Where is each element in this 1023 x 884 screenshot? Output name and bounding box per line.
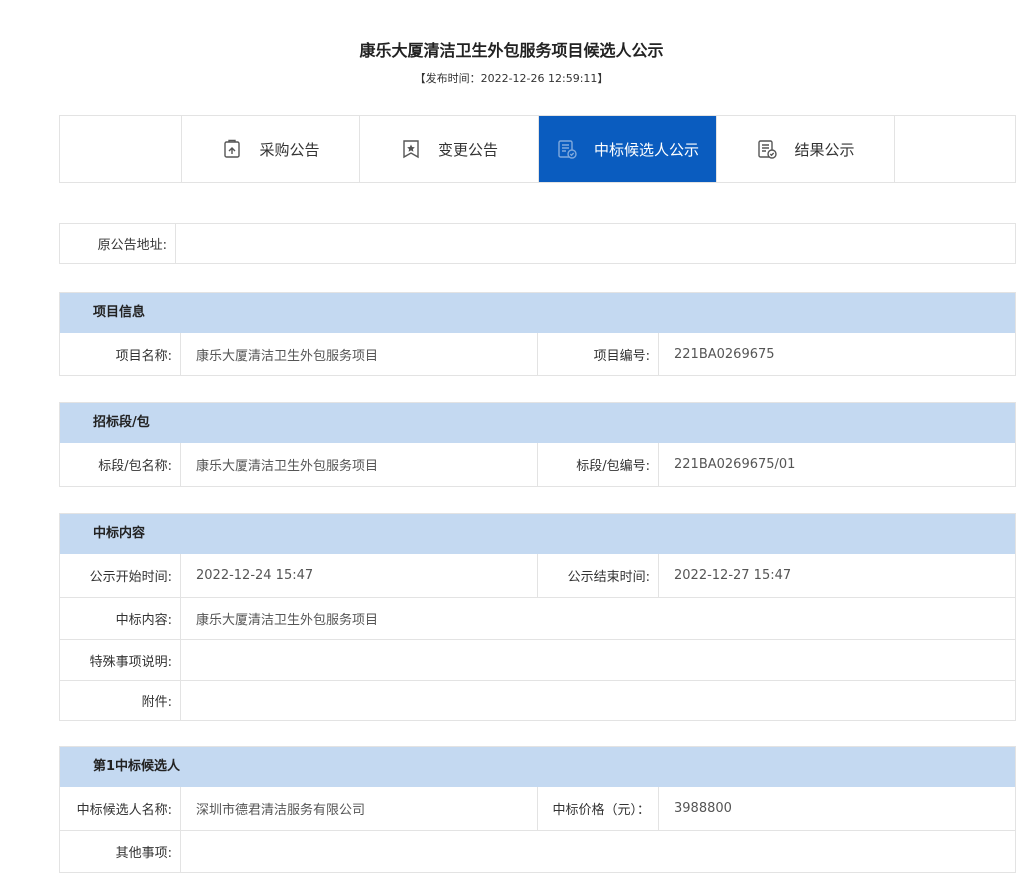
project-code-value: 221BA0269675 bbox=[674, 346, 775, 362]
bid-price-value: 3988800 bbox=[674, 801, 732, 816]
end-time-label: 公示结束时间: bbox=[538, 554, 659, 597]
original-address-link[interactable] bbox=[176, 224, 1015, 263]
document-upload-icon bbox=[221, 138, 243, 160]
project-info-section: 项目信息 项目名称: 康乐大厦清洁卫生外包服务项目 项目编号: 221BA026… bbox=[59, 292, 1016, 376]
section-name-value: 康乐大厦清洁卫生外包服务项目 bbox=[181, 443, 538, 486]
tab-candidate-notice[interactable]: 中标候选人公示 bbox=[538, 116, 716, 182]
publish-time: 【发布时间：2022-12-26 12:59:11】 bbox=[414, 72, 609, 85]
tab-result-notice[interactable]: 结果公示 bbox=[716, 116, 894, 182]
award-content-row: 中标内容: 康乐大厦清洁卫生外包服务项目 bbox=[60, 597, 1015, 639]
section-heading: 第1中标候选人 bbox=[60, 747, 1015, 787]
candidate-section: 第1中标候选人 中标候选人名称: 深圳市德君清洁服务有限公司 中标价格（元）： … bbox=[59, 746, 1016, 873]
award-content-section: 中标内容 公示开始时间: 2022-12-24 15:47 公示结束时间: 20… bbox=[59, 513, 1016, 721]
notice-tabs: 采购公告 变更公告 中标候选人公示 结果公示 bbox=[59, 115, 1016, 183]
bid-price-label: 中标价格（元）： bbox=[538, 787, 659, 830]
tab-label: 中标候选人公示 bbox=[593, 140, 699, 159]
other-matters-value bbox=[181, 831, 1015, 872]
candidate-name-label: 中标候选人名称: bbox=[60, 787, 181, 830]
publicity-period-row: 公示开始时间: 2022-12-24 15:47 公示结束时间: 2022-12… bbox=[60, 554, 1015, 597]
attachment-value[interactable] bbox=[181, 681, 1015, 720]
end-time-value: 2022-12-27 15:47 bbox=[674, 568, 792, 583]
bookmark-star-icon bbox=[400, 138, 422, 160]
award-content-value: 康乐大厦清洁卫生外包服务项目 bbox=[196, 613, 379, 628]
tab-label: 采购公告 bbox=[259, 140, 320, 159]
original-address-row: 原公告地址: bbox=[60, 224, 1015, 263]
candidate-name-value: 深圳市德君清洁服务有限公司 bbox=[181, 787, 538, 830]
special-notes-label: 特殊事项说明: bbox=[60, 640, 181, 680]
section-heading: 项目信息 bbox=[60, 293, 1015, 333]
tab-change-notice[interactable]: 变更公告 bbox=[359, 116, 538, 182]
tab-spacer-right bbox=[894, 116, 1015, 182]
original-address-label: 原公告地址: bbox=[60, 224, 176, 263]
section-code-value: 221BA0269675/01 bbox=[674, 457, 796, 472]
document-check-icon bbox=[756, 138, 778, 160]
tab-spacer-left bbox=[60, 116, 181, 182]
project-name-label: 项目名称: bbox=[60, 333, 181, 375]
attachment-label: 附件: bbox=[60, 681, 181, 720]
special-notes-value bbox=[181, 640, 1015, 680]
section-code-label: 标段/包编号: bbox=[538, 443, 659, 486]
original-notice-box: 原公告地址: bbox=[59, 223, 1016, 264]
bid-section-row: 标段/包名称: 康乐大厦清洁卫生外包服务项目 标段/包编号: 221BA0269… bbox=[60, 443, 1015, 486]
tab-label: 结果公示 bbox=[794, 140, 855, 159]
tab-procurement-notice[interactable]: 采购公告 bbox=[181, 116, 359, 182]
attachment-row: 附件: bbox=[60, 680, 1015, 720]
bid-section-box: 招标段/包 标段/包名称: 康乐大厦清洁卫生外包服务项目 标段/包编号: 221… bbox=[59, 402, 1016, 487]
start-time-label: 公示开始时间: bbox=[60, 554, 181, 597]
tab-label: 变更公告 bbox=[437, 140, 498, 159]
award-content-label: 中标内容: bbox=[60, 598, 181, 639]
section-heading: 招标段/包 bbox=[60, 403, 1015, 443]
project-name-value: 康乐大厦清洁卫生外包服务项目 bbox=[181, 333, 538, 375]
document-check-icon bbox=[556, 138, 578, 160]
other-matters-row: 其他事项: bbox=[60, 830, 1015, 872]
section-name-label: 标段/包名称: bbox=[60, 443, 181, 486]
start-time-value: 2022-12-24 15:47 bbox=[181, 554, 538, 597]
project-row: 项目名称: 康乐大厦清洁卫生外包服务项目 项目编号: 221BA0269675 bbox=[60, 333, 1015, 375]
special-notes-row: 特殊事项说明: bbox=[60, 639, 1015, 680]
page-title: 康乐大厦清洁卫生外包服务项目候选人公示 bbox=[359, 41, 664, 60]
candidate-row: 中标候选人名称: 深圳市德君清洁服务有限公司 中标价格（元）： 3988800 bbox=[60, 787, 1015, 830]
project-code-label: 项目编号: bbox=[538, 333, 659, 375]
section-heading: 中标内容 bbox=[60, 514, 1015, 554]
other-matters-label: 其他事项: bbox=[60, 831, 181, 872]
